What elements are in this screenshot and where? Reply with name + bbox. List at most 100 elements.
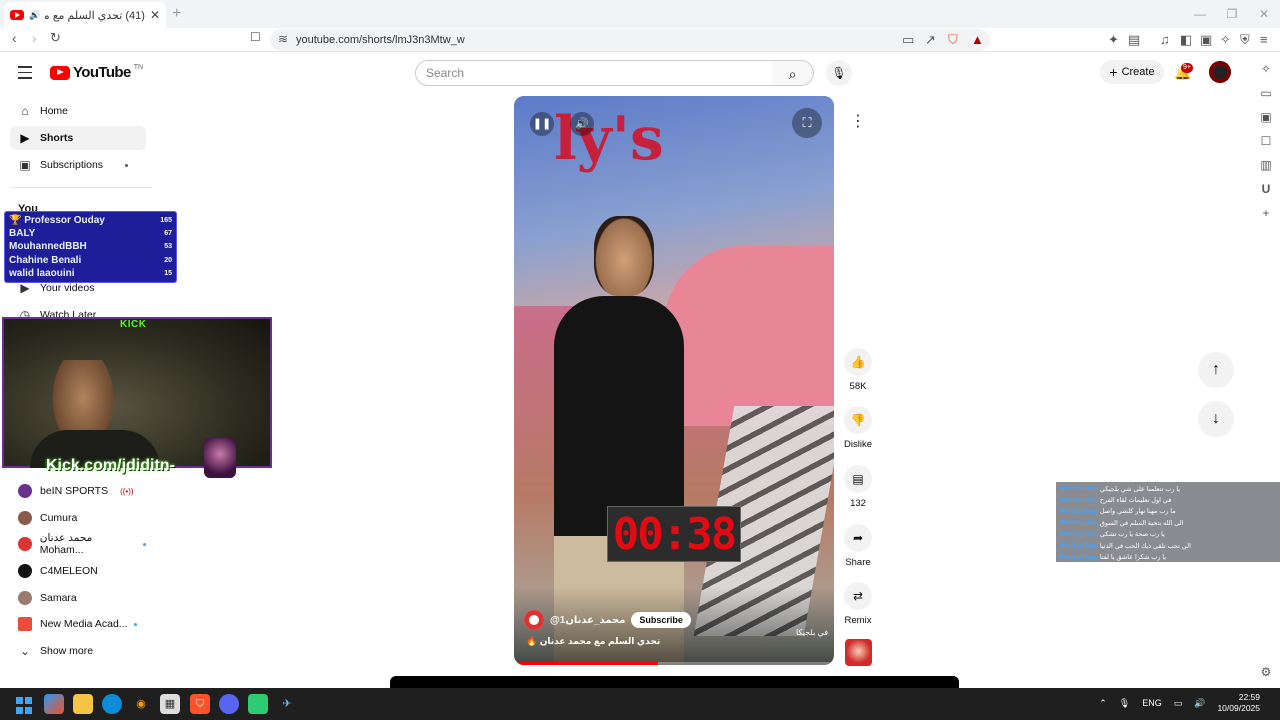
share-button[interactable]: ➦ Share [844,524,872,568]
sound-thumbnail[interactable] [845,639,872,666]
minimize-icon[interactable]: — [1184,0,1216,28]
chat-message: WeeBagBag يا رب شكرا عاشق يا لفتا [1059,553,1167,562]
share-page-icon[interactable]: ↗ [925,32,936,48]
channel-avatar [18,511,32,525]
store-icon[interactable]: ▦ [160,694,180,714]
remix-icon: ⇄ [844,582,872,610]
forward-icon[interactable]: › [32,30,37,46]
edge-icon[interactable] [102,694,122,714]
sidebar-channel-samara[interactable]: Samara [10,586,146,610]
menu-icon[interactable]: ≡ [1260,32,1268,47]
app-icon[interactable]: ◉ [131,694,151,714]
discord-icon[interactable] [219,694,239,714]
vpn-icon[interactable]: ⛨ [1240,32,1250,48]
bookmarks-sidebar-icon[interactable]: ☐ [1259,134,1273,148]
shorts-video-player[interactable]: ly's 00:38 ❚❚ 🔊 ⛶ @محمد_عدنان1 Subscribe… [514,96,834,665]
video-person-head [594,216,654,296]
fullscreen-icon[interactable]: ⛶ [792,108,822,138]
previous-short-button[interactable]: ↑ [1198,352,1234,388]
subscribe-button[interactable]: Subscribe [631,612,691,628]
next-short-preview [390,676,959,688]
music-icon[interactable]: ♫ [1160,32,1170,47]
remix-button[interactable]: ⇄ Remix [844,582,872,626]
windows-taskbar: ◉ ▦ ⛉ ✈ ⌃ 🎙 ENG ▭ 🔊 22:59 10/09/2025 [0,688,1280,720]
close-tab-icon[interactable]: ✕ [150,8,160,22]
like-button[interactable]: 👍 58K [844,348,872,392]
comment-count: 132 [850,498,866,509]
video-progress-bar[interactable] [514,662,834,665]
reading-list-icon[interactable]: ▭ [1259,86,1273,100]
sidebar-channel-mohamed-adnan[interactable]: محمد عدنان Moham... [10,532,146,556]
site-info-icon[interactable]: ≋ [278,32,288,46]
create-button[interactable]: + Create [1100,60,1164,84]
reading-mode-icon[interactable]: ▥ [1259,158,1273,172]
next-short-button[interactable]: ↓ [1198,401,1234,437]
search-button[interactable]: ⌕ [772,60,814,86]
wallet-sidebar-icon[interactable]: ▣ [1259,110,1273,124]
search-input[interactable]: Search [415,60,773,86]
comments-button[interactable]: ▤ 132 [844,465,872,509]
sidebar-channel-c4meleon[interactable]: C4MELEON [10,559,146,583]
volume-tray-icon[interactable]: 🔊 [1194,698,1205,709]
brave-browser-icon[interactable]: ⛉ [190,694,210,714]
hamburger-menu-icon[interactable] [18,66,32,83]
system-clock[interactable]: 22:59 10/09/2025 [1217,692,1260,714]
store-sign: ly's [554,104,664,174]
leo-ai-icon[interactable]: ✧ [1259,62,1273,76]
pause-icon[interactable]: ❚❚ [530,112,554,136]
address-bar[interactable]: ≋ youtube.com/shorts/lmJ3n3Mtw_w [270,29,990,51]
dislike-button[interactable]: 👎 Dislike [844,406,872,450]
split-view-icon[interactable]: ◧ [1180,32,1192,48]
file-explorer-icon[interactable] [73,694,93,714]
close-window-icon[interactable]: ✕ [1248,0,1280,28]
add-sidebar-icon[interactable]: + [1259,206,1273,220]
video-title[interactable]: 🔥 تحدي السلم مع محمد عدنان [526,636,660,647]
extensions-icon[interactable]: ✦ [1108,32,1119,48]
new-content-dot [143,542,146,546]
sidebar-channel-cumura[interactable]: Cumura [10,506,146,530]
sidebar-item-subscriptions[interactable]: ▣ Subscriptions [10,153,146,177]
network-icon[interactable]: ▭ [1174,698,1183,709]
sidebar-settings-icon[interactable]: ⚙ [1259,665,1273,679]
unstoppable-icon[interactable]: U [1259,182,1273,196]
sidebar-item-shorts[interactable]: ▶ Shorts [10,126,146,150]
microphone-tray-icon[interactable]: 🎙 [1119,698,1130,709]
sidebar-channel-new-media-academy[interactable]: New Media Acad... [10,612,146,636]
sidebar-show-more[interactable]: ⌄ Show more [10,639,146,663]
system-tray: ⌃ 🎙 ENG ▭ 🔊 22:59 10/09/2025 [1099,692,1260,714]
windows-start-icon[interactable] [14,694,34,714]
language-indicator[interactable]: ENG [1142,698,1162,708]
more-options-icon[interactable]: ⋮ [846,110,870,134]
account-avatar[interactable] [1209,61,1231,83]
chat-app-icon[interactable] [248,694,268,714]
sidebar-item-home[interactable]: ⌂ Home [10,99,146,123]
youtube-logo[interactable]: YouTube TN [50,64,143,81]
leo-icon[interactable]: ✧ [1220,32,1231,48]
back-icon[interactable]: ‹ [12,30,17,46]
steam-icon[interactable]: ✈ [277,694,297,714]
remix-label: Remix [844,615,872,626]
video-channel-avatar[interactable] [524,610,544,630]
video-channel-handle[interactable]: @محمد_عدنان1 [550,615,625,626]
new-tab-icon[interactable]: + [172,5,181,23]
sidebar-panel-icon[interactable]: ▤ [1128,32,1140,48]
youtube-favicon-icon [10,10,24,20]
browser-tab[interactable]: 🔊 (41) تحدي السلم مع محمد عدنا... ✕ [4,2,166,28]
channel-avatar [18,484,32,498]
sidebar-channel-bein-sports[interactable]: beIN SPORTS ((•)) [10,479,146,503]
brave-rewards-icon[interactable]: ▲ [971,32,984,47]
sidebar-item-label: Subscriptions [40,159,104,171]
copilot-icon[interactable] [44,694,64,714]
video-pink-panel [664,246,834,426]
voice-search-button[interactable]: 🎙 [826,60,852,86]
maximize-icon[interactable]: ❐ [1216,0,1248,28]
speaker-icon[interactable]: 🔊 [29,10,40,21]
brave-shield-icon[interactable]: ⛉ [948,32,958,48]
reload-icon[interactable]: ↻ [50,30,61,46]
bookmark-icon[interactable]: ☐ [250,30,261,44]
wallet-icon[interactable]: ▣ [1200,32,1212,48]
cast-icon[interactable]: ▭ [902,32,914,48]
chevron-up-icon[interactable]: ⌃ [1099,698,1107,709]
volume-icon[interactable]: 🔊 [570,112,594,136]
kick-logo: KICK [120,319,147,330]
